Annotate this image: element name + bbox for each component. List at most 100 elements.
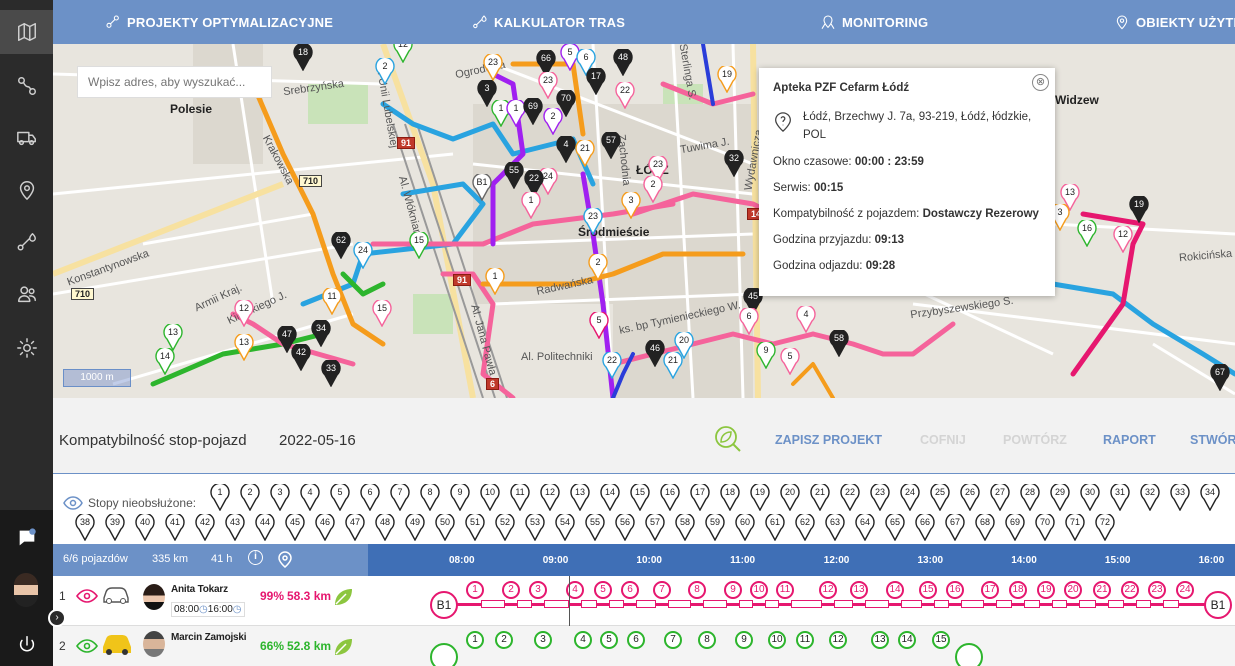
timeline-stop[interactable]: 10 [750,581,768,599]
service-block[interactable] [765,600,779,608]
stop-pin[interactable]: 13 [163,324,183,351]
stop-pin[interactable]: 62 [331,232,351,259]
timeline-stop[interactable]: 16 [946,581,964,599]
stop-pin[interactable]: 6 [360,484,380,511]
stop-pin[interactable]: 11 [322,288,342,315]
redo-button[interactable]: POWTÓRZ [1003,433,1067,447]
stop-pin[interactable]: 9 [450,484,470,511]
timeline-stop[interactable]: 6 [621,581,639,599]
stop-pin[interactable]: 62 [795,514,815,541]
stop-pin[interactable]: 57 [601,132,621,159]
vehicle-row[interactable]: 2 Marcin Zamojski 66% 52.8 km 1234567891… [53,626,1235,666]
stop-pin[interactable]: 45 [285,514,305,541]
stop-pin[interactable]: 57 [645,514,665,541]
stop-pin[interactable]: 14 [600,484,620,511]
timeline-stop[interactable]: 15 [919,581,937,599]
stop-pin[interactable]: 2 [588,254,608,281]
service-block[interactable] [934,600,949,608]
eye-icon[interactable] [63,496,83,510]
save-project-button[interactable]: ZAPISZ PROJEKT [775,433,882,447]
stop-pin[interactable]: 58 [829,330,849,357]
service-block[interactable] [1079,600,1096,608]
stop-pin[interactable]: 23 [538,72,558,99]
stop-pin[interactable]: 48 [375,514,395,541]
timeline-stop[interactable]: 6 [627,631,645,649]
info-icon[interactable]: i [248,550,263,565]
stop-pin[interactable]: B1 [472,174,492,201]
stop-pin[interactable]: 67 [945,514,965,541]
stop-pin[interactable]: 2 [543,108,563,135]
service-block[interactable] [865,600,889,608]
stop-pin[interactable]: 23 [483,54,503,81]
stop-pin[interactable]: 21 [575,140,595,167]
timeline-stop[interactable]: 2 [502,581,520,599]
timeline-stop[interactable]: 11 [796,631,814,649]
stop-pin[interactable]: 1 [210,484,230,511]
stop-pin[interactable]: 12 [540,484,560,511]
service-block[interactable] [581,600,597,608]
sidebar-collapse-button[interactable]: › [48,609,66,627]
service-block[interactable] [636,600,656,608]
eco-search-icon[interactable] [713,424,743,454]
stop-pin[interactable]: 56 [615,514,635,541]
timeline-stop[interactable]: 18 [1009,581,1027,599]
chat-button[interactable] [0,516,53,560]
stop-pin[interactable]: 12 [393,44,413,63]
stop-pin[interactable]: 52 [495,514,515,541]
timeline-stop[interactable]: 21 [1093,581,1111,599]
stop-pin[interactable]: 50 [435,514,455,541]
timeline-stop[interactable]: 22 [1121,581,1139,599]
service-block[interactable] [1024,600,1040,608]
stop-pin[interactable]: 18 [293,44,313,71]
undo-button[interactable]: COFNIJ [920,433,966,447]
nav-projects[interactable]: PROJEKTY OPTYMALIZACYJNE [105,0,333,44]
stop-pin[interactable]: 43 [225,514,245,541]
timeline-stop[interactable]: 3 [529,581,547,599]
stop-pin[interactable]: 64 [855,514,875,541]
stop-pin[interactable]: 15 [630,484,650,511]
stop-pin[interactable]: 32 [1140,484,1160,511]
timeline-stop[interactable]: 7 [664,631,682,649]
service-block[interactable] [544,600,569,608]
timeline-stop[interactable]: 7 [653,581,671,599]
eye-icon[interactable] [76,589,98,603]
stop-pin[interactable]: 66 [915,514,935,541]
stop-pin[interactable]: 11 [510,484,530,511]
stop-pin[interactable]: 40 [135,514,155,541]
stop-pin[interactable]: 3 [621,192,641,219]
vehicle-row[interactable]: 1 Anita Tokarz 08:00◷16:00◷ 99% 58.3 km … [53,576,1235,666]
stop-pin[interactable]: 48 [613,49,633,76]
sidebar-item-settings[interactable] [0,326,53,370]
stop-pin[interactable]: 38 [75,514,95,541]
stop-pin[interactable]: 19 [717,66,737,93]
depot-marker[interactable] [430,643,458,666]
stop-pin[interactable]: 16 [1077,220,1097,247]
stop-pin[interactable]: 3 [270,484,290,511]
stop-pin[interactable]: 4 [556,136,576,163]
timeline-stop[interactable]: 3 [534,631,552,649]
stop-pin[interactable]: 61 [765,514,785,541]
stop-pin[interactable]: 16 [660,484,680,511]
stop-pin[interactable]: 25 [930,484,950,511]
stop-pin[interactable]: 22 [615,82,635,109]
stop-pin[interactable]: 39 [105,514,125,541]
service-block[interactable] [961,600,984,608]
nav-monitoring[interactable]: MONITORING [820,0,928,44]
timeline-stop[interactable]: 5 [600,631,618,649]
sidebar-item-routes[interactable] [0,64,53,108]
stop-pin[interactable]: 47 [345,514,365,541]
timeline-stop[interactable]: 9 [724,581,742,599]
stop-pin[interactable]: 23 [870,484,890,511]
timeline-stop[interactable]: 11 [776,581,794,599]
timeline-stop[interactable]: 2 [495,631,513,649]
stop-pin[interactable]: 49 [405,514,425,541]
stop-pin[interactable]: 72 [1095,514,1115,541]
stop-pin[interactable]: 6 [739,308,759,335]
service-block[interactable] [1108,600,1124,608]
stop-pin[interactable]: 22 [602,352,622,379]
eye-icon[interactable] [76,639,98,653]
stop-pin[interactable]: 55 [504,162,524,189]
stop-pin[interactable]: 4 [300,484,320,511]
stop-pin[interactable]: 71 [1065,514,1085,541]
timeline-stop[interactable]: 14 [898,631,916,649]
